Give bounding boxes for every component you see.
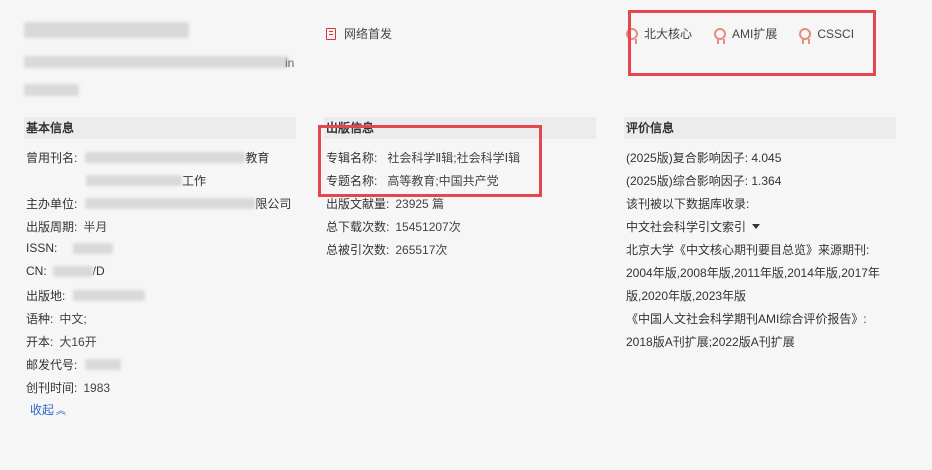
docs-row: 出版文献量: 23925 篇: [326, 195, 444, 212]
eval-info-header: 评价信息: [624, 117, 896, 139]
sponsor-row: 主办单位: 限公司: [26, 195, 291, 212]
chevron-down-icon: [752, 224, 761, 229]
cn-row: CN: /D: [26, 264, 105, 278]
language-row: 语种: 中文;: [26, 310, 87, 327]
postal-row: 邮发代号:: [26, 356, 122, 373]
special-topic-value: 高等教育;中国共产党: [387, 174, 499, 188]
format-label: 开本:: [26, 335, 54, 349]
database-select[interactable]: 中文社会科学引文索引: [626, 218, 761, 235]
downloads-row: 总下载次数: 15451207次: [326, 218, 461, 235]
former-name-tail: 教育: [245, 151, 270, 165]
docs-label: 出版文献量:: [326, 197, 390, 211]
cert-ami[interactable]: AMI扩展: [714, 25, 778, 44]
pku-core-title: 北京大学《中文核心期刊要目总览》来源期刊:: [626, 243, 870, 257]
former-name-redacted: [85, 152, 246, 163]
highlight-box-certs: [628, 10, 876, 76]
cert-label: 北大核心: [644, 27, 693, 41]
cites-label: 总被引次数:: [326, 243, 390, 257]
database-select-value: 中文社会科学引文索引: [626, 220, 747, 234]
former-name-row: 曾用刊名: 教育: [26, 149, 269, 166]
chevron-up-icon: ︽: [56, 406, 67, 417]
synthetic-if: (2025版)综合影响因子: 1.364: [626, 174, 782, 188]
format-value: 大16开: [59, 335, 97, 349]
former-name-tail2: 工作: [182, 174, 207, 188]
cert-label: AMI扩展: [732, 27, 778, 41]
cert-label: CSSCI: [817, 26, 855, 41]
ami-report-title: 《中国人文社会科学期刊AMI综合评价报告》:: [626, 312, 867, 326]
sponsor-redacted: [85, 198, 256, 209]
former-name2-redacted: [86, 175, 182, 186]
cycle-label: 出版周期:: [26, 220, 78, 234]
issn-row: ISSN:: [26, 241, 114, 255]
former-name-row2: 工作: [86, 172, 206, 189]
special-topic-label: 专题名称:: [326, 174, 378, 188]
collapse-link[interactable]: 收起 ︽: [30, 401, 66, 418]
ami-report-value: 2018版A刊扩展;2022版A刊扩展: [626, 335, 795, 349]
cites-value: 265517次: [395, 243, 448, 257]
pku-core-years-cont: 版,2020年版,2023年版: [626, 289, 747, 303]
place-label: 出版地:: [26, 289, 66, 303]
composite-if: (2025版)复合影响因子: 4.045: [626, 151, 782, 165]
founded-label: 创刊时间:: [26, 381, 78, 395]
founded-row: 创刊时间: 1983: [26, 379, 110, 396]
cn-redacted: [52, 265, 93, 277]
sponsor-label: 主办单位:: [26, 197, 78, 211]
postal-label: 邮发代号:: [26, 358, 78, 372]
award-icon: [626, 27, 638, 44]
language-value: 中文;: [59, 312, 87, 326]
cert-cssci[interactable]: CSSCI: [799, 26, 855, 44]
journal-subtitle-redacted: [24, 56, 289, 68]
founded-value: 1983: [83, 380, 111, 395]
postal-redacted: [85, 359, 122, 370]
document-icon: [326, 27, 336, 40]
award-icon: [799, 27, 812, 44]
issn-redacted: [73, 242, 114, 254]
cycle-value: 半月: [83, 220, 108, 234]
special-series-row: 专辑名称: 社会科学Ⅱ辑;社会科学Ⅰ辑: [326, 149, 520, 166]
cycle-row: 出版周期: 半月: [26, 218, 107, 235]
special-series-value: 社会科学Ⅱ辑;社会科学Ⅰ辑: [387, 151, 521, 165]
publish-info-header: 出版信息: [324, 117, 596, 139]
network-first-badge[interactable]: 网络首发: [326, 25, 392, 42]
pku-core-years: 2004年版,2008年版,2011年版,2014年版,2017年: [626, 266, 880, 280]
basic-info-header: 基本信息: [24, 117, 296, 139]
indexed-by-label: 该刊被以下数据库收录:: [626, 197, 750, 211]
journal-title-redacted: [24, 22, 189, 38]
cn-tail: /D: [92, 264, 105, 278]
cn-label: CN:: [26, 264, 47, 278]
place-redacted: [73, 290, 146, 301]
journal-subtitle-tail: in: [285, 56, 295, 70]
special-series-label: 专辑名称:: [326, 151, 378, 165]
collapse-label: 收起: [30, 403, 55, 417]
special-topic-row: 专题名称: 高等教育;中国共产党: [326, 172, 499, 189]
docs-value: 23925 篇: [395, 197, 445, 211]
format-row: 开本: 大16开: [26, 333, 97, 350]
sponsor-tail: 限公司: [255, 197, 292, 211]
former-name-label: 曾用刊名:: [26, 151, 78, 165]
award-icon: [714, 27, 727, 44]
cert-pku-core[interactable]: 北大核心: [626, 25, 693, 44]
downloads-value: 15451207次: [395, 220, 461, 234]
issn-label: ISSN:: [26, 241, 58, 255]
core-certification-list: 北大核心 AMI扩展 CSSCI: [626, 25, 876, 44]
journal-subtitle-line2-redacted: [24, 84, 79, 96]
language-label: 语种:: [26, 312, 54, 326]
cites-row: 总被引次数: 265517次: [326, 241, 447, 258]
network-first-label: 网络首发: [344, 27, 393, 41]
downloads-label: 总下载次数:: [326, 220, 390, 234]
place-row: 出版地:: [26, 287, 146, 304]
